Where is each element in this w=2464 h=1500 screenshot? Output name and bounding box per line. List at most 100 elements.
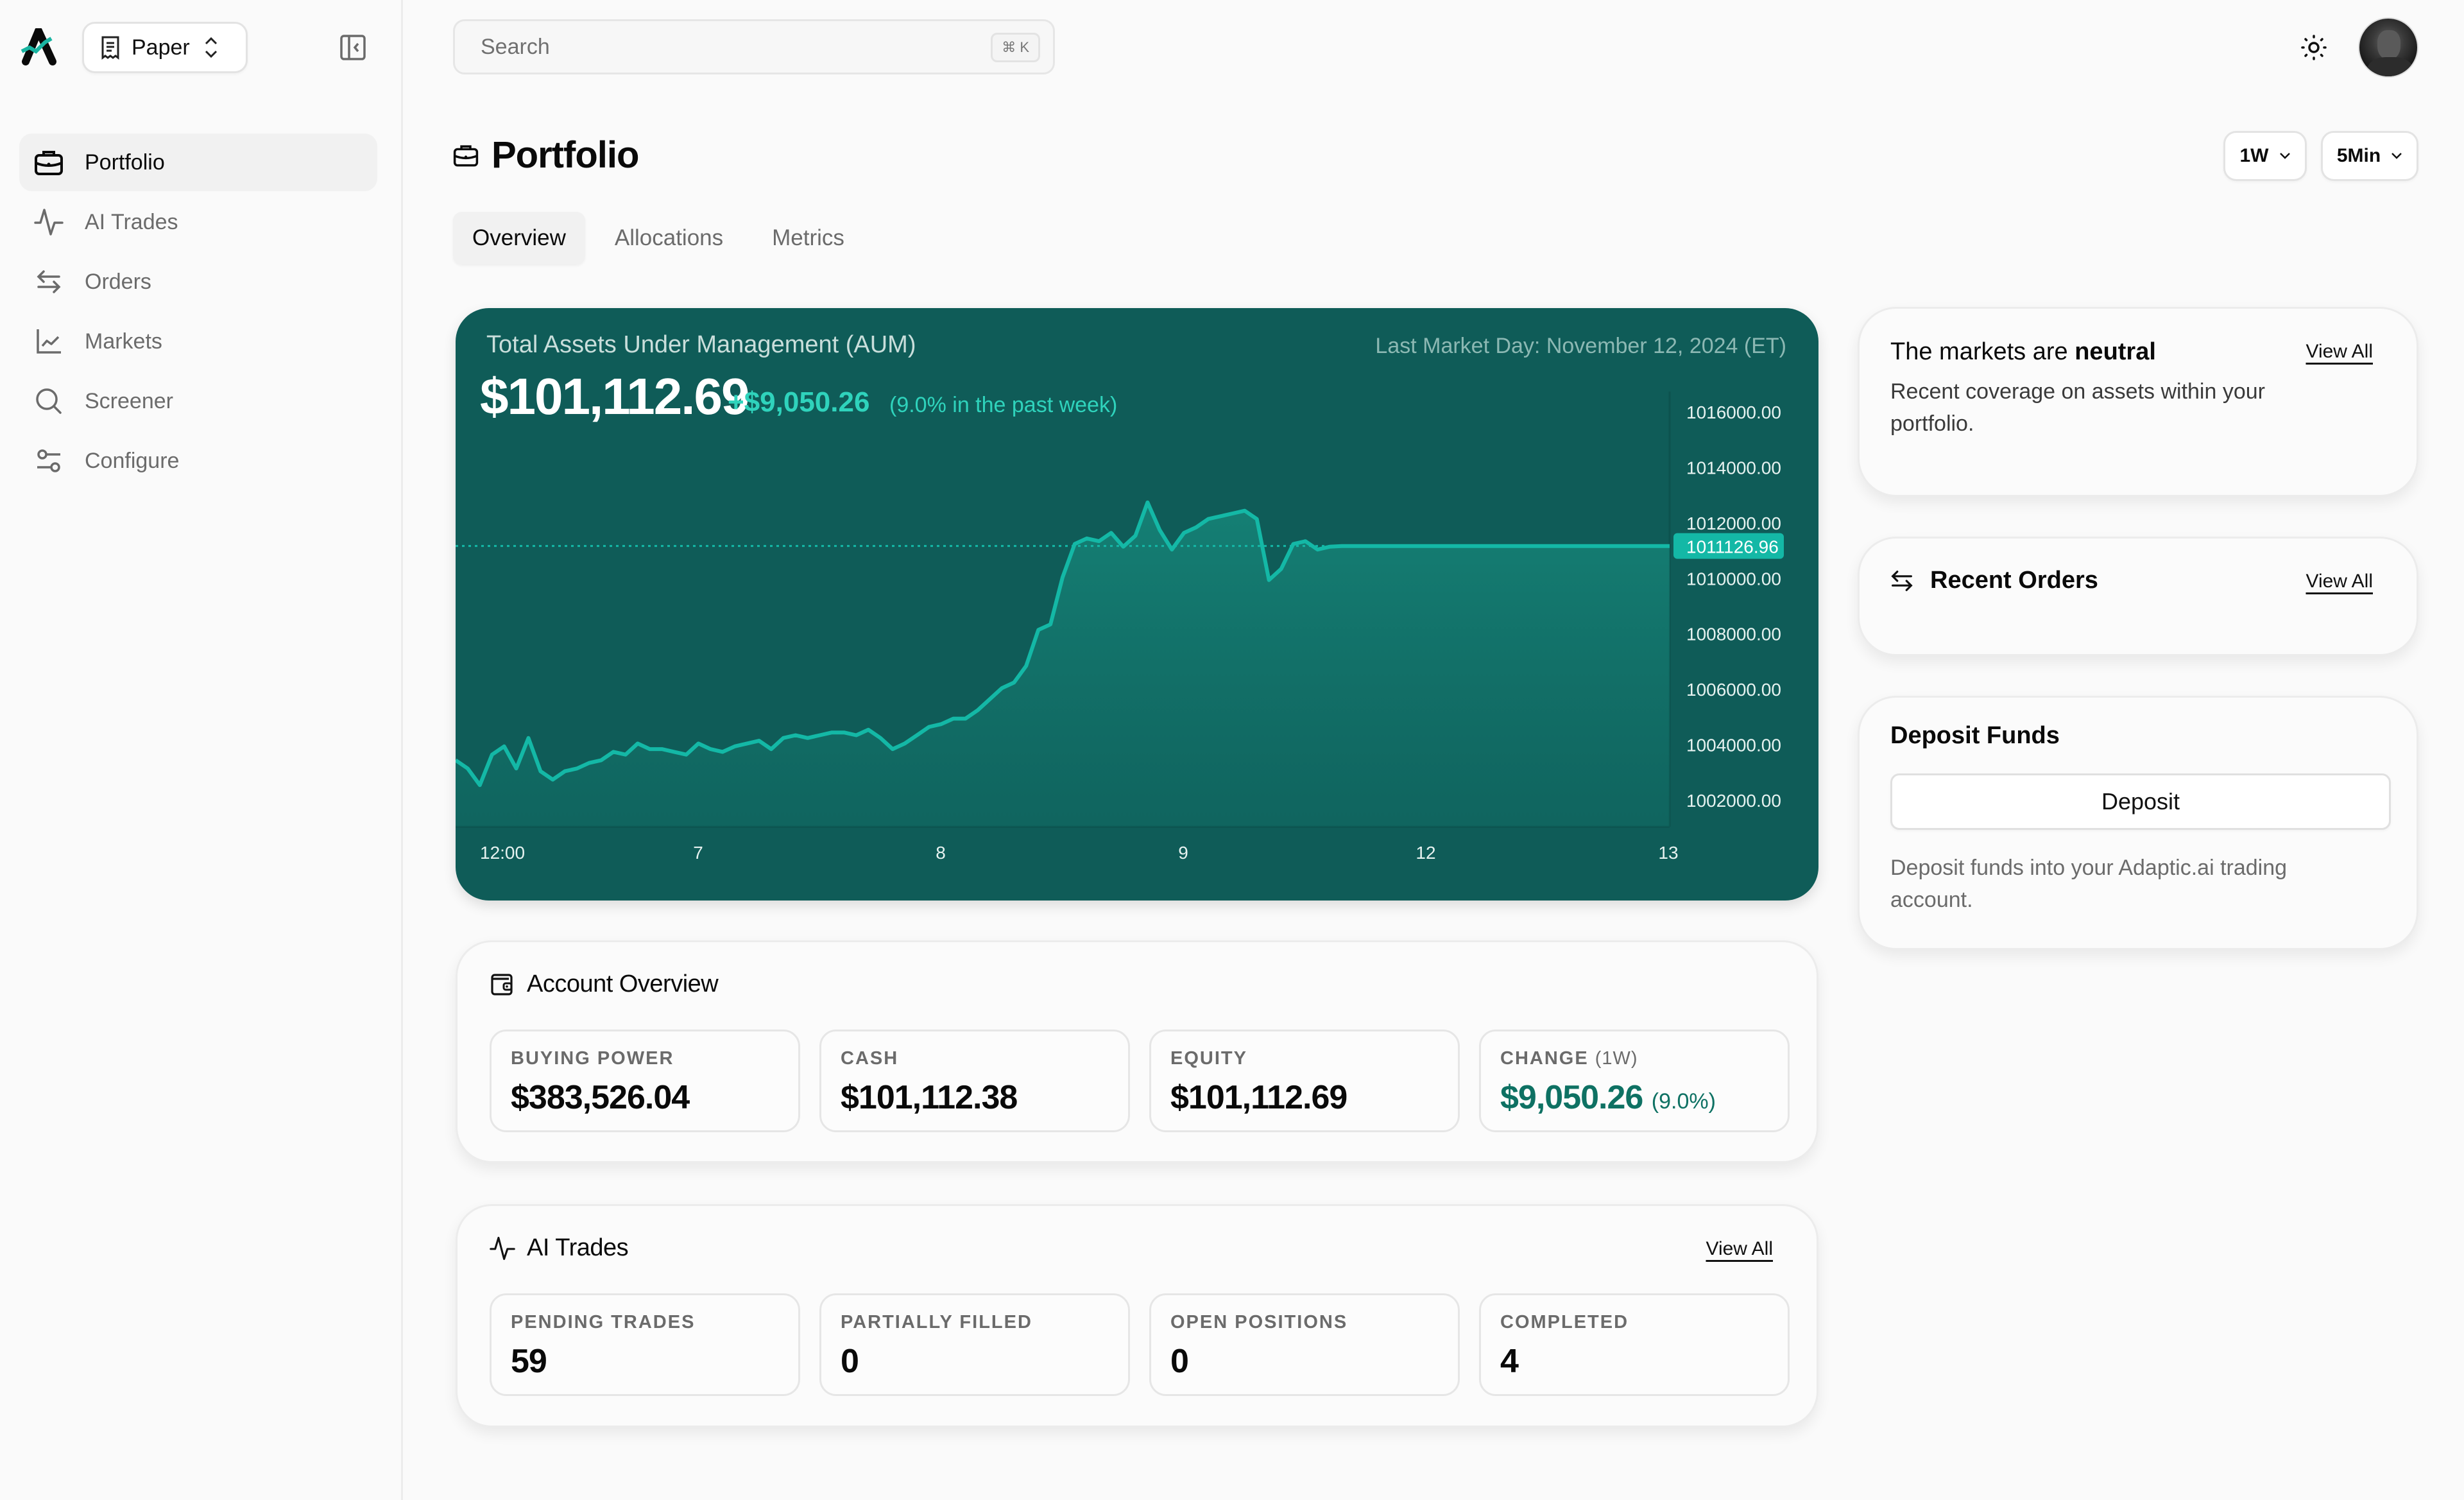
sentiment-value: neutral: [2075, 338, 2156, 365]
sun-icon[interactable]: [2300, 33, 2328, 62]
sidebar-item-portfolio[interactable]: Portfolio: [19, 134, 377, 191]
sidebar-item-label: Portfolio: [85, 150, 165, 175]
market-sentiment-title: The markets are neutral: [1890, 338, 2156, 366]
sidebar-item-label: Markets: [85, 329, 162, 354]
aum-area: [456, 502, 1670, 827]
briefcase-icon: [453, 144, 479, 166]
sidebar-collapse-icon[interactable]: [339, 33, 367, 62]
stat-label: OPEN POSITIONS: [1170, 1312, 1348, 1332]
change-percent: (9.0%): [1651, 1089, 1716, 1114]
sidebar-item-screener[interactable]: Screener: [19, 372, 377, 430]
stat-label-main: CHANGE: [1500, 1048, 1595, 1069]
sidebar: Paper Portfolio AI Trades Orders Markets: [0, 0, 403, 1500]
environment-switcher[interactable]: Paper: [82, 22, 248, 73]
x-tick-label: 12: [1416, 843, 1435, 863]
chevrons-up-down-icon: [205, 37, 217, 58]
sidebar-nav: Portfolio AI Trades Orders Markets Scree…: [19, 134, 377, 492]
y-tick-label: 1002000.00: [1686, 791, 1781, 811]
search-bar[interactable]: ⌘ K: [453, 19, 1055, 74]
y-tick-label: 1014000.00: [1686, 458, 1781, 478]
recent-orders-card: Recent Orders View All: [1858, 537, 2418, 656]
avatar-body: [2367, 57, 2413, 76]
aum-delta-pct: (9.0% in the past week): [889, 393, 1118, 417]
sidebar-item-label: Configure: [85, 448, 180, 473]
deposit-button[interactable]: Deposit: [1890, 773, 2391, 830]
stat-completed: COMPLETED 4: [1479, 1293, 1790, 1396]
sidebar-item-configure[interactable]: Configure: [19, 432, 377, 490]
receipt-icon: [101, 36, 119, 60]
range-select[interactable]: 1W: [2223, 131, 2307, 181]
aum-title: Total Assets Under Management (AUM): [486, 331, 916, 358]
account-stats: BUYING POWER $383,526.04 CASH $101,112.3…: [490, 1030, 1790, 1132]
ai-trade-stats: PENDING TRADES 59 PARTIALLY FILLED 0 OPE…: [490, 1293, 1790, 1396]
activity-icon: [490, 1236, 515, 1260]
y-tick-label: 1016000.00: [1686, 402, 1781, 422]
avatar-face: [2377, 30, 2400, 60]
stat-value: $383,526.04: [511, 1079, 690, 1116]
stat-open-positions: OPEN POSITIONS 0: [1149, 1293, 1460, 1396]
account-overview-title: Account Overview: [490, 970, 719, 998]
y-tick-label: 1010000.00: [1686, 569, 1781, 589]
stat-value: 0: [1170, 1343, 1189, 1380]
stat-value: 4: [1500, 1343, 1519, 1380]
deposit-description: Deposit funds into your Adaptic.ai tradi…: [1890, 856, 2288, 912]
ai-trades-card: AI Trades View All PENDING TRADES 59 PAR…: [456, 1204, 1818, 1427]
stat-label: CASH: [841, 1048, 899, 1069]
sidebar-item-label: Screener: [85, 388, 173, 413]
stat-partially-filled: PARTIALLY FILLED 0: [819, 1293, 1130, 1396]
aum-delta: +$9,050.26: [728, 386, 870, 418]
aum-value: $101,112.69: [480, 368, 749, 425]
stat-label: EQUITY: [1170, 1048, 1247, 1069]
chevron-down-icon: [2279, 153, 2290, 159]
stat-value: $101,112.38: [841, 1079, 1018, 1116]
stat-value: 0: [841, 1343, 859, 1380]
stat-value: $101,112.69: [1170, 1079, 1348, 1116]
x-tick-label: 9: [1178, 843, 1188, 863]
line-chart-icon: [37, 329, 61, 354]
stat-pending-trades: PENDING TRADES 59: [490, 1293, 800, 1396]
view-all-insights-link[interactable]: View All: [2306, 341, 2373, 363]
deposit-title: Deposit Funds: [1890, 722, 2060, 749]
ai-trades-title-text: AI Trades: [527, 1234, 629, 1261]
recent-orders-title: Recent Orders: [1890, 567, 2098, 594]
view-all-ai-trades-link[interactable]: View All: [1706, 1238, 1773, 1260]
stat-change: CHANGE (1W) $9,050.26 (9.0%): [1479, 1030, 1790, 1132]
search-input[interactable]: [481, 34, 930, 60]
sidebar-item-orders[interactable]: Orders: [19, 253, 377, 311]
stat-value: 59: [511, 1343, 547, 1380]
app-logo[interactable]: [19, 28, 60, 67]
x-tick-label: 7: [693, 843, 703, 863]
x-tick-label: 12:00: [480, 843, 525, 863]
arrows-left-right-icon: [1891, 570, 1913, 591]
sliders-icon: [37, 449, 60, 472]
x-tick-label: 13: [1658, 843, 1678, 863]
stat-label: CHANGE (1W): [1500, 1048, 1768, 1069]
account-overview-card: Account Overview BUYING POWER $383,526.0…: [456, 940, 1818, 1163]
page-title-text: Portfolio: [492, 134, 639, 176]
interval-select[interactable]: 5Min: [2321, 131, 2418, 181]
environment-label: Paper: [132, 35, 190, 60]
current-price-label: 1011126.96: [1686, 537, 1779, 557]
tab-overview[interactable]: Overview: [453, 212, 585, 264]
y-tick-label: 1012000.00: [1686, 513, 1781, 533]
sidebar-item-markets[interactable]: Markets: [19, 313, 377, 370]
tab-metrics[interactable]: Metrics: [753, 212, 864, 264]
sentiment-prefix: The markets are: [1890, 338, 2075, 365]
x-tick-label: 8: [936, 843, 946, 863]
stat-equity: EQUITY $101,112.69: [1149, 1030, 1460, 1132]
view-all-orders-link[interactable]: View All: [2306, 571, 2373, 592]
page-title: Portfolio: [453, 134, 639, 177]
stat-buying-power: BUYING POWER $383,526.04: [490, 1030, 800, 1132]
user-avatar[interactable]: [2358, 17, 2418, 78]
market-sentiment-card: The markets are neutral View All Recent …: [1858, 307, 2418, 497]
tab-allocations[interactable]: Allocations: [595, 212, 742, 264]
stat-label: PENDING TRADES: [511, 1312, 696, 1332]
range-value: 1W: [2239, 145, 2269, 166]
sidebar-item-ai-trades[interactable]: AI Trades: [19, 193, 377, 251]
deposit-funds-card: Deposit Funds Deposit Deposit funds into…: [1858, 696, 2418, 950]
chevron-down-icon: [2391, 153, 2402, 159]
stat-label: PARTIALLY FILLED: [841, 1312, 1032, 1332]
y-tick-label: 1008000.00: [1686, 625, 1781, 644]
change-amount: $9,050.26: [1500, 1079, 1652, 1116]
interval-value: 5Min: [2336, 145, 2381, 166]
